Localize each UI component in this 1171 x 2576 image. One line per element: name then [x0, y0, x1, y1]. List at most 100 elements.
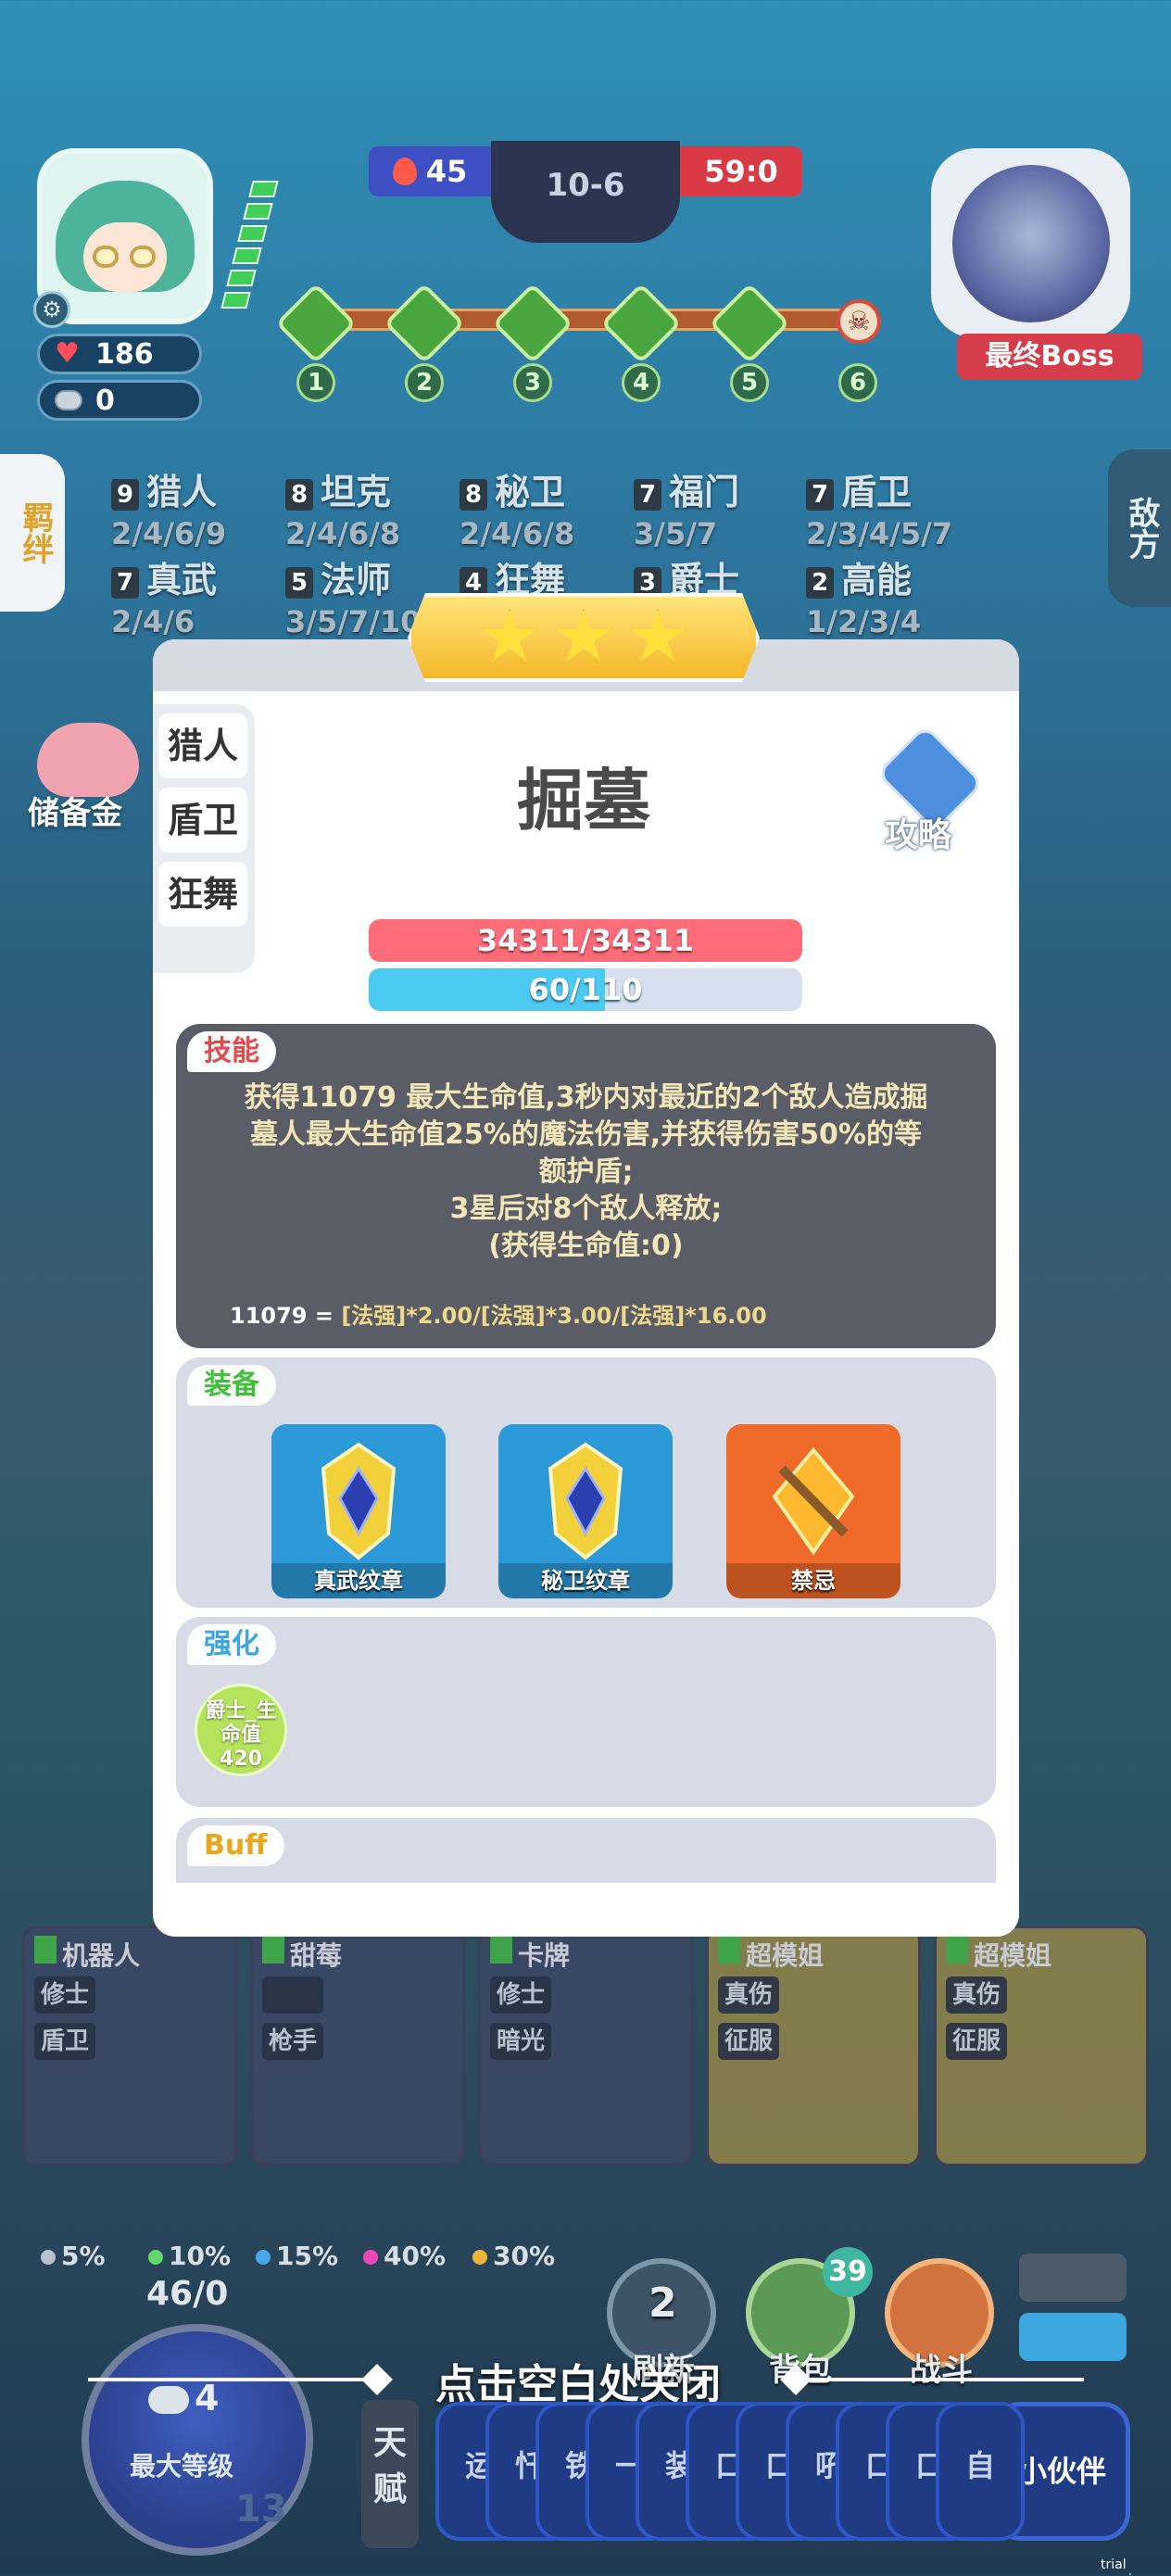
- synergy-tiers: 2/4/6/9: [111, 516, 227, 551]
- skill-tag: 技能: [187, 1031, 276, 1072]
- enhancement-section: 强化 爵士_生 命值 420: [176, 1617, 996, 1807]
- stage-number: 5: [730, 363, 769, 402]
- score-left: 45: [369, 146, 491, 196]
- synergy-name: 猎人: [146, 472, 218, 512]
- star-icon: [630, 609, 686, 662]
- skill-description: 获得11079 最大生命值,3秒内对最近的2个敌人造成掘 墓人最大生命值25%的…: [213, 1080, 959, 1265]
- tab-synergy[interactable]: 羁绊: [0, 454, 65, 612]
- synergy-tiers: 2/4/6: [111, 604, 195, 639]
- hp-pill: ♥ 186: [37, 334, 202, 374]
- fight-label: 战斗: [910, 2352, 973, 2389]
- badge-value: 420: [220, 1748, 262, 1771]
- round-indicator: 10-6: [491, 141, 680, 243]
- level-badge: [34, 1936, 57, 1964]
- piggy-bank-icon[interactable]: [37, 723, 139, 797]
- level-number: 13: [235, 2488, 287, 2531]
- diamond-icon: [384, 283, 465, 364]
- boss-stage-node[interactable]: ☠: [837, 299, 881, 344]
- gear-icon[interactable]: ⚙: [33, 291, 70, 328]
- synergy-name: 福门: [669, 472, 740, 512]
- bench-card[interactable]: 超模姐 真伤 征服: [934, 1926, 1149, 2166]
- synergy-item[interactable]: 7 盾卫 2/3/4/5/7: [806, 463, 952, 551]
- class-tabs: 猎人 盾卫 狂舞: [153, 704, 255, 973]
- search-button[interactable]: [1019, 2313, 1127, 2361]
- unit-hp-bar: 34311/34311: [369, 919, 802, 962]
- talent-tab[interactable]: 天赋: [361, 2400, 419, 2548]
- synergy-name: 坦克: [321, 472, 392, 512]
- star-icon: [556, 609, 611, 662]
- bench-card[interactable]: 甜莓枪手: [250, 1926, 465, 2166]
- shop-odds-item: 15%: [256, 2241, 338, 2271]
- stage-number: 4: [622, 363, 661, 402]
- stage-node[interactable]: [275, 283, 357, 364]
- diamond-icon: [492, 283, 573, 364]
- synergy-item[interactable]: 8 坦克 2/4/6/8: [285, 463, 400, 551]
- talent-char: 赋: [372, 2470, 407, 2508]
- shop-odds-item: 5%: [41, 2241, 106, 2271]
- hint-line-right: [797, 2378, 1084, 2381]
- level-label: 最大等级: [130, 2451, 234, 2481]
- bench-card[interactable]: 机器人 修士 盾卫: [22, 1926, 237, 2166]
- stage-number: 3: [513, 363, 552, 402]
- synergy-name: 真武: [146, 560, 218, 600]
- talent-label: 天赋: [361, 2420, 419, 2513]
- refresh-count: 2: [648, 2279, 677, 2327]
- bench-unit-name: 超模姐: [974, 1940, 1052, 1971]
- synergy-name: 高能: [841, 560, 913, 600]
- class-tab-1[interactable]: 猎人: [158, 713, 247, 778]
- diamond-icon: [600, 283, 682, 364]
- watermark: trial version: [1101, 2557, 1148, 2576]
- badge-line: 爵士_生: [205, 1699, 277, 1723]
- synergy-count: 2: [806, 566, 834, 599]
- synergy-item[interactable]: 7 福门 3/5/7: [634, 463, 739, 551]
- xp-text: 46/0: [146, 2275, 229, 2313]
- equipment-slot-2[interactable]: 秘卫纹章: [498, 1424, 673, 1598]
- lock-button[interactable]: [1019, 2254, 1127, 2302]
- bench-trait: 枪手: [262, 2023, 323, 2060]
- equipment-section: 装备 真武纹章 秘卫纹章 禁忌: [176, 1357, 996, 1608]
- star-rating: [408, 593, 760, 682]
- synergy-name: 盾卫: [841, 472, 913, 512]
- bench-card[interactable]: 卡牌修士暗光: [478, 1926, 693, 2166]
- synergy-item[interactable]: 9 猎人 2/4/6/9: [111, 463, 226, 551]
- stage-number: 2: [405, 363, 444, 402]
- stage-number: 1: [296, 363, 335, 402]
- bench-trait: 征服: [946, 2023, 1007, 2060]
- synergy-item[interactable]: 2 高能 1/2/3/4: [806, 551, 921, 639]
- bench-unit-name: 卡牌: [518, 1940, 571, 1971]
- equipment-slot-3[interactable]: 禁忌: [726, 1424, 900, 1598]
- bench-trait: 修士: [490, 1976, 551, 2014]
- skill-formula: 11079 = [法强]*2.00/[法强]*3.00/[法强]*16.00: [230, 1297, 767, 1330]
- synergy-item[interactable]: 8 秘卫 2/4/6/8: [460, 463, 574, 551]
- bench-card[interactable]: 超模姐 真伤 征服: [706, 1926, 921, 2166]
- buff-section: Buff: [176, 1818, 996, 1883]
- enhancement-tag: 强化: [187, 1624, 276, 1665]
- heart-icon: ♥: [55, 337, 80, 370]
- tab-enemy[interactable]: 敌方: [1108, 449, 1171, 607]
- class-tab-2[interactable]: 盾卫: [158, 788, 247, 852]
- gem-icon: [772, 1446, 855, 1556]
- stage-node[interactable]: [492, 283, 573, 364]
- boss-avatar[interactable]: [931, 148, 1130, 338]
- level-badge: [946, 1936, 968, 1964]
- equipment-slot-1[interactable]: 真武纹章: [271, 1424, 446, 1598]
- class-tab-3[interactable]: 狂舞: [158, 862, 247, 927]
- mana-text: 60/110: [528, 972, 643, 1007]
- synergy-tiers: 2/3/4/5/7: [806, 516, 953, 551]
- stage-node[interactable]: [709, 283, 790, 364]
- shop-odds-item: 40%: [363, 2241, 446, 2271]
- bench-unit-name: 超模姐: [746, 1940, 825, 1971]
- bench-unit-name: 甜莓: [290, 1940, 343, 1971]
- stage-node[interactable]: [384, 283, 465, 364]
- unit-name: 掘墓: [516, 762, 650, 840]
- enhancement-badge[interactable]: 爵士_生 命值 420: [195, 1684, 287, 1776]
- synergy-item[interactable]: 7 真武 2/4/6: [111, 551, 217, 639]
- player-hp: 186: [95, 337, 154, 371]
- guide-button[interactable]: 攻略: [885, 808, 951, 856]
- bottom-chip[interactable]: 自: [936, 2402, 1025, 2541]
- bench-trait: 暗光: [490, 2023, 551, 2060]
- odds-value: 15%: [276, 2241, 339, 2271]
- stage-node[interactable]: [600, 283, 682, 364]
- stage-number: 6: [838, 363, 877, 402]
- synergy-item[interactable]: 5 法师 3/5/7/10: [285, 551, 421, 639]
